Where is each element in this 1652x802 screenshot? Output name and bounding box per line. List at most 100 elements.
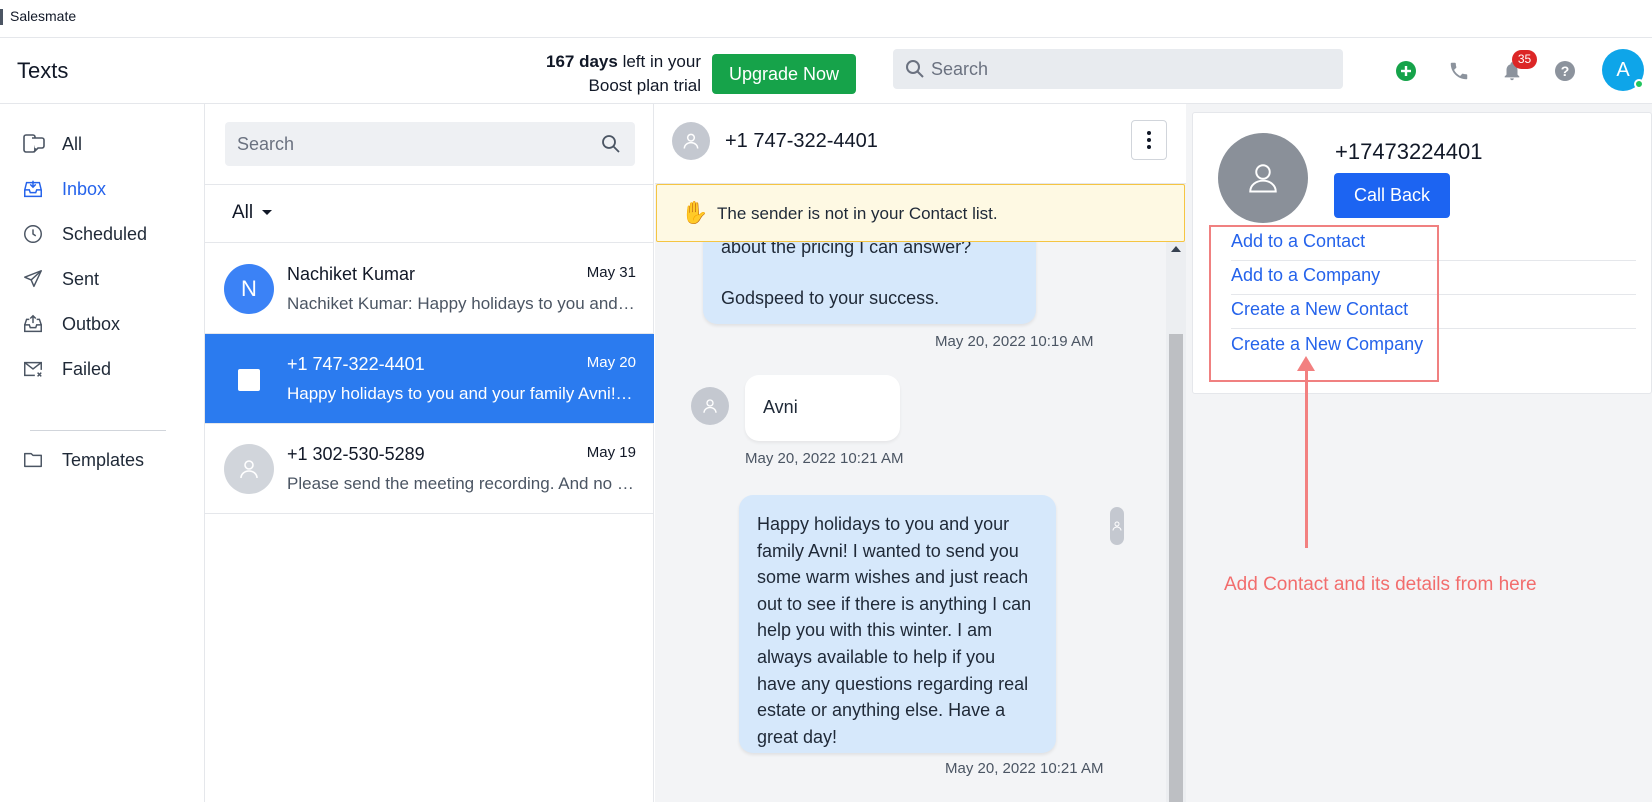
clock-icon <box>22 223 62 245</box>
window-titlebar: Salesmate <box>0 0 1652 38</box>
annotation-highlight-box <box>1209 225 1439 382</box>
outgoing-message: Happy holidays to you and your family Av… <box>739 495 1056 753</box>
conversation-list: All N Nachiket Kumar May 31 Nachiket Kum… <box>205 104 654 802</box>
annotation-arrow-head <box>1297 356 1315 371</box>
conversation-search[interactable] <box>225 122 635 166</box>
conversation-row[interactable]: N Nachiket Kumar May 31 Nachiket Kumar: … <box>205 244 654 334</box>
chat-icon <box>22 132 62 156</box>
messages-area[interactable]: about the pricing I can answer? Godspeed… <box>655 242 1166 802</box>
send-icon <box>22 268 62 290</box>
notification-badge: 35 <box>1512 50 1537 69</box>
trial-plan: Boost plan trial <box>588 76 701 95</box>
nav-label: All <box>62 133 83 154</box>
call-back-button[interactable]: Call Back <box>1334 173 1450 218</box>
conversation-name: Nachiket Kumar <box>287 264 416 284</box>
conversation-preview: Nachiket Kumar: Happy holidays to you an… <box>287 294 637 313</box>
hand-icon: ✋ <box>681 200 709 225</box>
failed-icon <box>22 358 62 380</box>
conversation-name: +1 302-530-5289 <box>287 444 425 464</box>
search-icon <box>905 59 925 84</box>
trial-days: 167 days <box>545 52 618 71</box>
left-navigation: All Inbox Scheduled Sent Outbox Failed T… <box>0 104 205 802</box>
avatar-initial: A <box>1616 59 1630 81</box>
person-icon <box>683 133 699 149</box>
upgrade-now-button[interactable]: Upgrade Now <box>712 54 856 94</box>
unknown-sender-banner: ✋ The sender is not in your Contact list… <box>656 184 1185 242</box>
message-timestamp: May 20, 2022 10:21 AM <box>945 760 1104 777</box>
person-icon <box>1249 164 1277 193</box>
more-options-button[interactable] <box>1131 120 1167 160</box>
contact-avatar: N <box>224 264 274 314</box>
conversation-preview: Please send the meeting recording. And n… <box>287 474 637 493</box>
nav-label: Templates <box>62 449 145 470</box>
nav-item-templates[interactable]: Templates <box>22 445 144 475</box>
sender-avatar <box>1110 507 1124 545</box>
nav-item-all[interactable]: All <box>22 129 82 159</box>
nav-item-outbox[interactable]: Outbox <box>22 309 120 339</box>
contact-panel: +17473224401 Call Back Add to a Contact … <box>1186 104 1652 802</box>
nav-item-sent[interactable]: Sent <box>22 264 99 294</box>
message-text: Happy holidays to you and your family Av… <box>757 514 1032 747</box>
conversation-name: +1 747-322-4401 <box>287 354 425 374</box>
search-icon[interactable] <box>601 134 621 159</box>
contact-phone-number: +17473224401 <box>1335 139 1483 164</box>
nav-item-inbox[interactable]: Inbox <box>22 174 106 204</box>
trial-notice: 167 days left in your Boost plan trial <box>480 50 701 98</box>
message-text: Godspeed to your success. <box>721 287 940 308</box>
filter-dropdown[interactable]: All <box>232 202 273 224</box>
conversation-date: May 19 <box>586 444 636 461</box>
message-timestamp: May 20, 2022 10:19 AM <box>935 333 1094 350</box>
divider <box>205 184 654 185</box>
app-header: Texts 167 days left in your Boost plan t… <box>0 38 1652 104</box>
help-icon[interactable]: ? <box>1552 58 1578 84</box>
outbox-icon <box>22 313 62 335</box>
trial-text: left in your <box>622 52 701 71</box>
conversation-date: May 31 <box>586 264 636 281</box>
person-icon <box>240 460 258 479</box>
divider <box>205 242 654 243</box>
scrollbar-thumb[interactable] <box>1169 334 1183 802</box>
svg-text:?: ? <box>1561 63 1570 79</box>
inbox-icon <box>22 178 62 200</box>
nav-label: Scheduled <box>62 223 148 244</box>
filter-label: All <box>232 202 254 223</box>
user-avatar[interactable]: A <box>1602 49 1644 91</box>
global-search[interactable] <box>893 49 1343 89</box>
add-icon[interactable] <box>1393 58 1419 84</box>
conversation-row[interactable]: +1 302-530-5289 May 19 Please send the m… <box>205 424 654 514</box>
conversation-row-selected[interactable]: +1 747-322-4401 May 20 Happy holidays to… <box>205 334 654 424</box>
kebab-menu-icon <box>1147 131 1151 149</box>
window-title: Salesmate <box>10 8 77 24</box>
message-text: about the pricing I can answer? <box>721 242 972 257</box>
contact-card: +17473224401 Call Back Add to a Contact … <box>1192 112 1652 394</box>
message-text: Avni <box>763 397 798 417</box>
page-title: Texts <box>17 58 69 83</box>
banner-text: The sender is not in your Contact list. <box>717 204 998 223</box>
nav-label: Outbox <box>62 313 121 334</box>
window-mark <box>0 9 3 25</box>
phone-icon[interactable] <box>1446 58 1472 84</box>
message-thread: +1 747-322-4401 about the pricing I can … <box>655 104 1186 802</box>
nav-item-failed[interactable]: Failed <box>22 354 111 384</box>
nav-label: Failed <box>62 358 112 379</box>
select-checkbox[interactable] <box>238 369 260 391</box>
contact-avatar <box>691 387 729 425</box>
thread-scrollbar[interactable] <box>1166 242 1186 802</box>
conversation-date: May 20 <box>586 354 636 371</box>
thread-phone-number: +1 747-322-4401 <box>725 130 878 152</box>
annotation-arrow <box>1305 368 1308 548</box>
incoming-message: Avni <box>745 375 900 441</box>
caret-down-icon <box>262 210 273 216</box>
avatar-initial: N <box>241 276 257 301</box>
nav-label: Sent <box>62 268 100 289</box>
scroll-up-arrow-icon[interactable] <box>1171 246 1181 252</box>
message-timestamp: May 20, 2022 10:21 AM <box>745 450 904 467</box>
person-icon <box>1112 521 1122 531</box>
conversation-search-input[interactable] <box>237 122 597 166</box>
person-icon <box>703 399 717 413</box>
online-status-dot <box>1634 79 1644 89</box>
annotation-text: Add Contact and its details from here <box>1224 574 1537 595</box>
nav-item-scheduled[interactable]: Scheduled <box>22 219 147 249</box>
global-search-input[interactable] <box>931 49 1331 89</box>
outgoing-message: about the pricing I can answer? Godspeed… <box>703 242 1036 324</box>
